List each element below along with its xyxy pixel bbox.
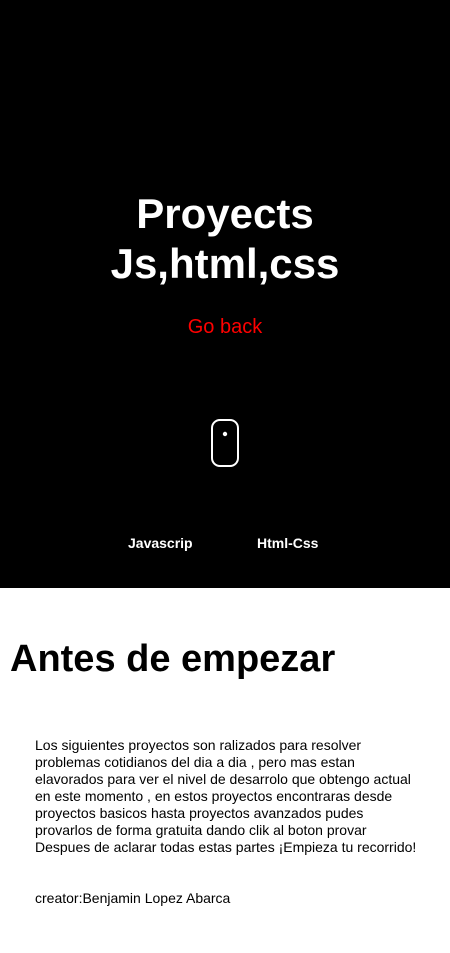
nav-html-css-link[interactable]: Html-Css <box>257 534 318 552</box>
intro-paragraph: Los siguientes proyectos son ralizados p… <box>35 737 417 855</box>
go-back-link[interactable]: Go back <box>0 315 450 339</box>
mouse-scroll-icon[interactable] <box>211 419 239 467</box>
hero-section: Proyects Js,html,css Go back Javascrip Ht… <box>0 0 450 588</box>
hero-title-line-1: Proyects <box>136 190 314 237</box>
creator-credit: creator:Benjamin Lopez Abarca <box>35 890 231 906</box>
hero-title: Proyects Js,html,css <box>0 189 450 289</box>
section-title: Antes de empezar <box>10 638 336 680</box>
hero-title-line-2: Js,html,css <box>110 240 340 287</box>
nav-javascript-link[interactable]: Javascrip <box>128 534 193 552</box>
